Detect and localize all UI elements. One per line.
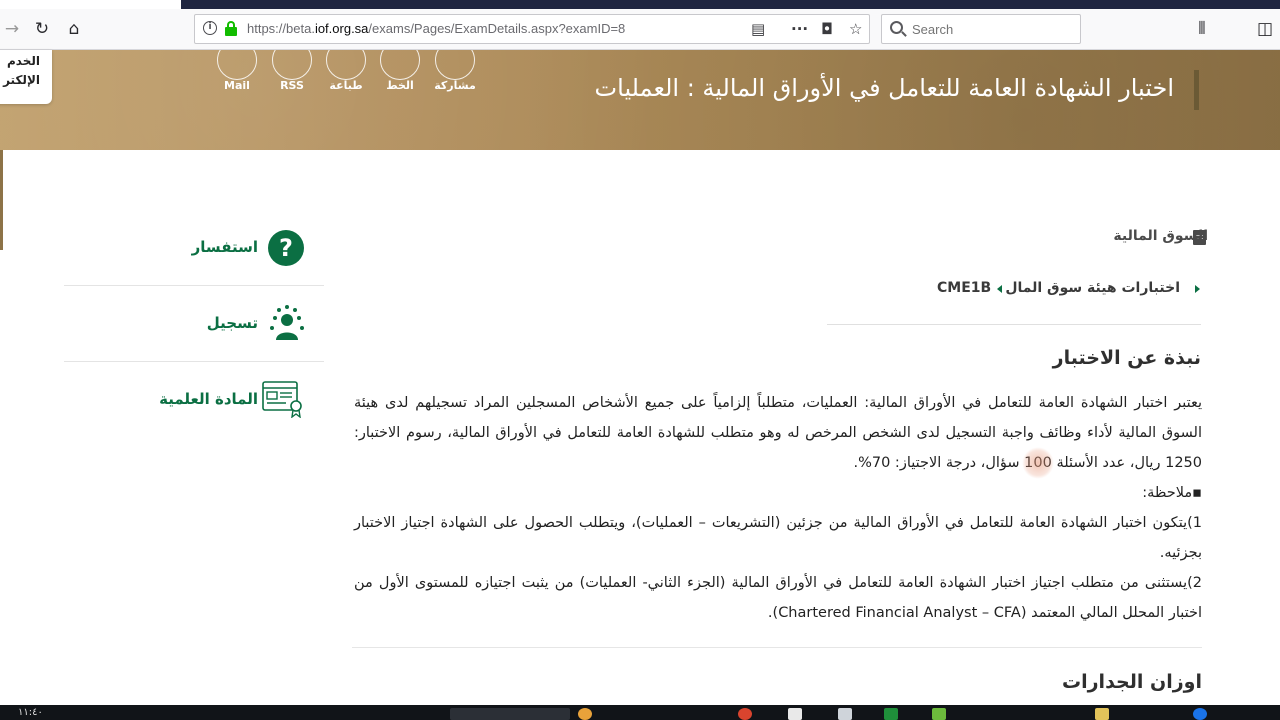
- eservices-card[interactable]: الخدم الإلكتر: [0, 50, 52, 104]
- cursor-highlight: [1022, 447, 1054, 479]
- about-heading: نبذة عن الاختبار: [1052, 347, 1201, 369]
- url-bar[interactable]: i https://beta.iof.org.sa/exams/Pages/Ex…: [194, 14, 870, 44]
- side-strip: [0, 150, 3, 250]
- site-info-icon[interactable]: i: [203, 21, 217, 35]
- window-top-strip: [0, 0, 1280, 9]
- app-icon[interactable]: [932, 708, 946, 720]
- forward-icon[interactable]: →: [0, 17, 24, 41]
- search-icon: [890, 21, 903, 34]
- reload-icon[interactable]: ↻: [30, 17, 54, 41]
- app-icon[interactable]: [1193, 708, 1207, 720]
- file-icon[interactable]: [838, 708, 852, 720]
- lock-icon: [225, 21, 237, 36]
- library-icon[interactable]: ⫴: [1190, 17, 1214, 41]
- register-link[interactable]: تسجيل: [64, 286, 324, 362]
- note-2: 2)يستثنى من متطلب اجتياز اختبار الشهادة …: [354, 575, 1202, 621]
- search-input[interactable]: [912, 20, 1072, 38]
- url-text[interactable]: https://beta.iof.org.sa/exams/Pages/Exam…: [247, 21, 625, 36]
- about-paragraph: يعتبر اختبار الشهادة العامة للتعامل في ا…: [354, 395, 1202, 471]
- breadcrumb-cma-exams[interactable]: اختبارات هيئة سوق المال: [1005, 280, 1180, 296]
- app-icon[interactable]: [738, 708, 752, 720]
- pocket-icon[interactable]: ◘: [821, 20, 833, 38]
- sidebar-icon[interactable]: ◫: [1253, 17, 1277, 41]
- taskbar-clock: ١١:٤٠: [18, 707, 43, 718]
- breadcrumb-exam-code: CME1B: [937, 280, 992, 296]
- caret-left-icon: [997, 285, 1002, 293]
- divider: [352, 647, 1202, 648]
- page-title: اختبار الشهادة العامة للتعامل في الأوراق…: [594, 74, 1174, 102]
- reader-view-icon[interactable]: ▤: [751, 20, 765, 38]
- excel-icon[interactable]: [884, 708, 898, 720]
- caret-left-icon: [1195, 285, 1200, 293]
- chrome-icon[interactable]: [578, 708, 592, 720]
- home-icon[interactable]: ⌂: [62, 17, 86, 41]
- taskbar-active-window[interactable]: [450, 708, 570, 720]
- note-label: ▪ملاحظة:: [1142, 485, 1202, 501]
- page-actions-icon[interactable]: ···: [791, 20, 808, 38]
- note-1: 1)يتكون اختبار الشهادة العامة للتعامل في…: [354, 515, 1202, 561]
- title-accent-bar: [1194, 70, 1199, 110]
- search-box[interactable]: [881, 14, 1081, 44]
- bookmark-star-icon[interactable]: ☆: [849, 20, 862, 38]
- inquiry-link[interactable]: ? استفسار: [64, 210, 324, 286]
- breadcrumb-market[interactable]: السوق المالية: [1113, 228, 1208, 244]
- tab-strip: [181, 0, 1280, 9]
- register-icon: [270, 305, 304, 340]
- page-banner: اختبار الشهادة العامة للتعامل في الأوراق…: [0, 50, 1280, 150]
- divider: [827, 324, 1201, 325]
- folder-icon[interactable]: [1095, 708, 1109, 720]
- app-icon[interactable]: [788, 708, 802, 720]
- side-panel: ? استفسار تسجيل المادة العلمية: [64, 210, 324, 438]
- material-link[interactable]: المادة العلمية: [64, 362, 324, 438]
- os-taskbar: ١١:٤٠: [0, 705, 1280, 720]
- weights-heading: اوزان الجدارات: [1062, 671, 1202, 693]
- question-icon: ?: [268, 230, 304, 266]
- study-material-icon: [262, 381, 302, 418]
- browser-toolbar: → ↻ ⌂ i https://beta.iof.org.sa/exams/Pa…: [0, 9, 1280, 50]
